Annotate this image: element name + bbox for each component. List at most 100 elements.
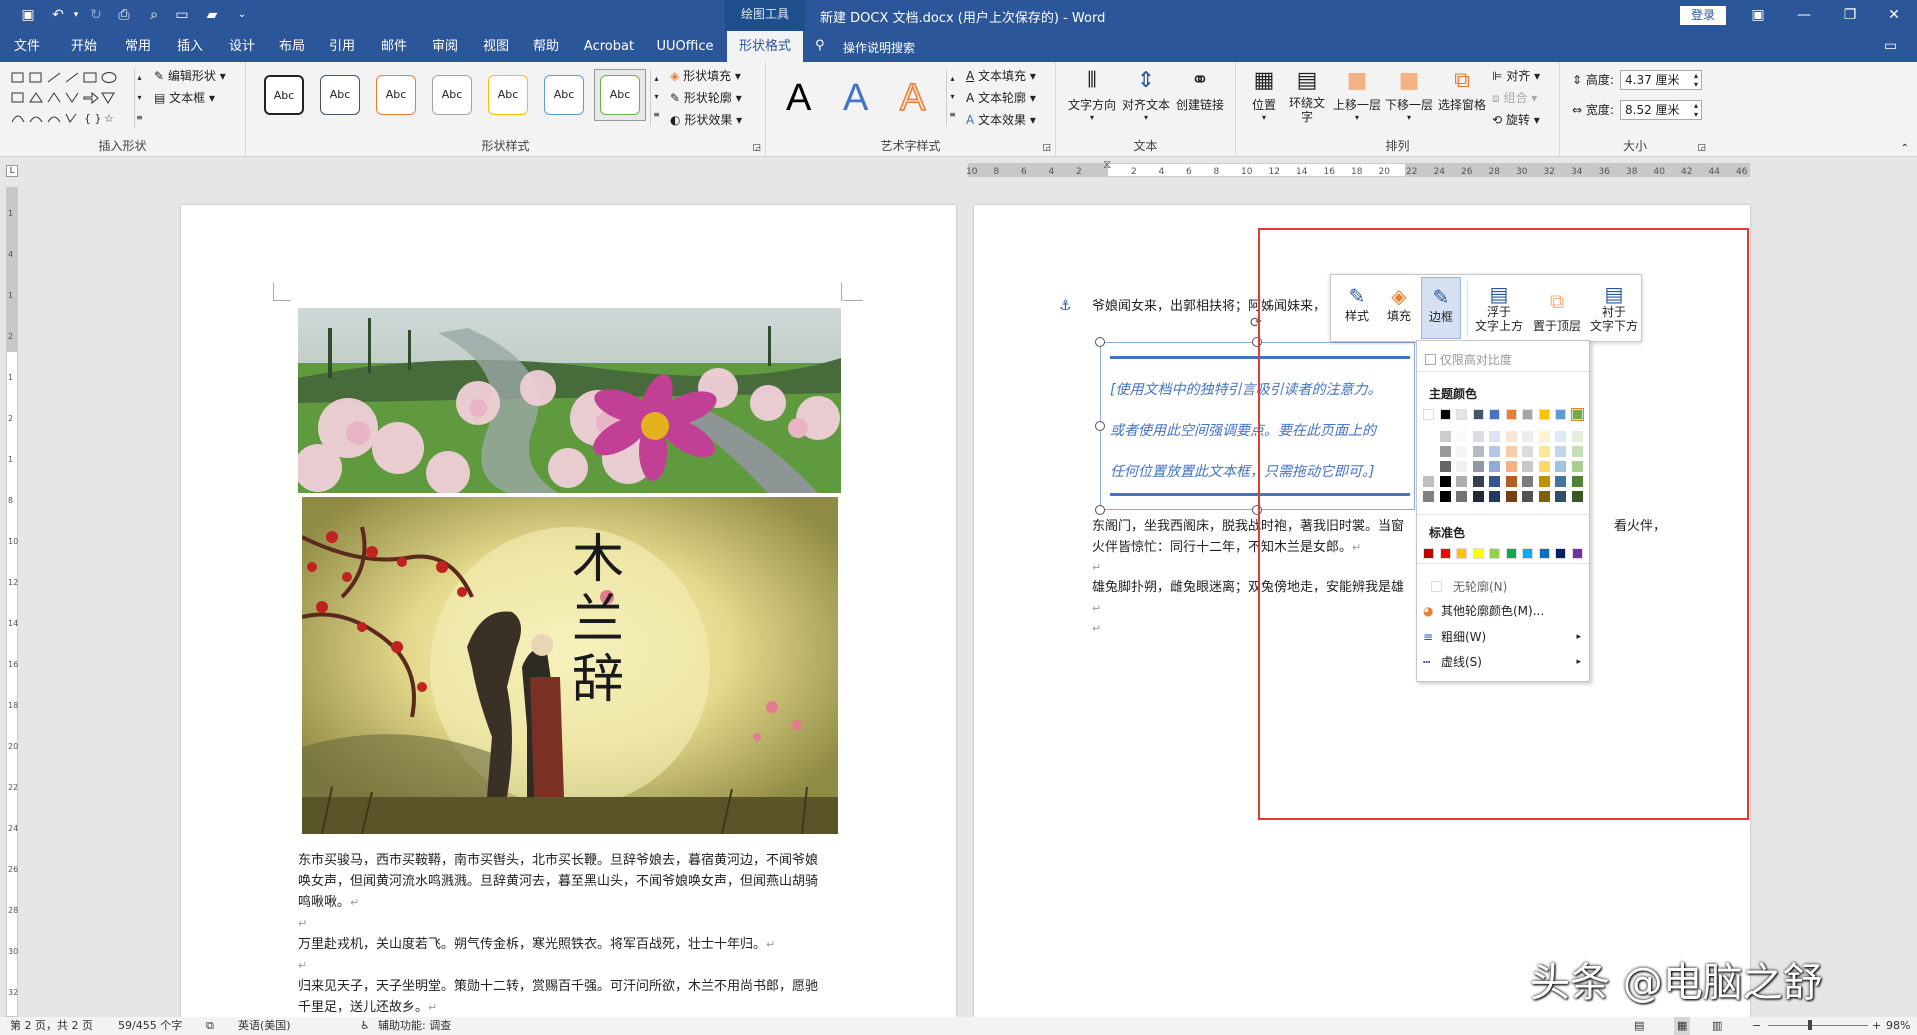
shape-style-2[interactable]: Abc [320, 75, 360, 115]
tab-file[interactable]: 文件 [6, 31, 48, 62]
text-effects-button[interactable]: A 文本效果 ▾ [966, 110, 1036, 130]
shape-outline-button[interactable]: ✎ 形状轮廓 ▾ [670, 88, 742, 108]
resize-handle[interactable] [1095, 337, 1105, 347]
tab-view[interactable]: 视图 [476, 31, 516, 62]
align-text-button[interactable]: ⇕ 对齐文本 ▾ [1120, 66, 1172, 122]
shape-style-scroll[interactable]: ▴ ▾ ≡ [650, 70, 662, 126]
text-box-icon: ▤ [154, 91, 166, 105]
indent-marker-icon[interactable]: ⧖ [1103, 157, 1111, 172]
group-button[interactable]: ⧈ 组合 ▾ [1492, 88, 1537, 108]
cherry-blossom-park-image[interactable] [298, 308, 841, 493]
dialog-launcher-icon[interactable]: ◲ [1697, 143, 1706, 153]
redo-icon[interactable]: ↻ [86, 5, 106, 25]
vruler-tick-label: 24 [8, 824, 19, 833]
comments-icon[interactable]: ▭ [1884, 38, 1897, 54]
shape-style-7[interactable]: Abc [600, 75, 640, 115]
ruler-tick-label: 10 [966, 167, 978, 177]
collapse-ribbon-icon[interactable]: ⌃ [1901, 143, 1909, 154]
minimize-icon[interactable]: — [1781, 0, 1827, 31]
restore-icon[interactable]: ❐ [1827, 0, 1873, 31]
undo-dropdown-icon[interactable]: ▾ [66, 5, 86, 25]
shape-style-1[interactable]: Abc [264, 75, 304, 115]
shape-fill-button[interactable]: ◈ 形状填充 ▾ [670, 66, 741, 86]
watermark-text: 头条 @电脑之舒 [1530, 960, 1823, 1006]
link-icon: ⚭ [1190, 68, 1210, 93]
page-count[interactable]: 第 2 页，共 2 页 [10, 1017, 93, 1035]
login-button[interactable]: 登录 [1680, 6, 1726, 25]
tab-insert[interactable]: 插入 [170, 31, 210, 62]
zoom-in-icon[interactable]: + [1872, 1017, 1881, 1035]
wordart-blue[interactable]: A [843, 76, 868, 120]
wordart-orange-outline[interactable]: A [899, 76, 926, 120]
accessibility-status[interactable]: 辅助功能: 调查 [378, 1017, 451, 1035]
height-input[interactable]: 4.37 厘米 ▴ ▾ [1620, 70, 1702, 90]
tab-design[interactable]: 设计 [222, 31, 262, 62]
text-box-button[interactable]: ▤ 文本框 ▾ [154, 88, 215, 108]
focus-mode-icon[interactable]: ▤ [1634, 1017, 1644, 1035]
shape-style-5[interactable]: Abc [488, 75, 528, 115]
undo-icon[interactable]: ↶ [48, 5, 68, 25]
wrap-text-button[interactable]: ▤ 环绕文字 [1286, 66, 1328, 124]
tab-layout[interactable]: 布局 [272, 31, 312, 62]
resize-handle[interactable] [1095, 421, 1105, 431]
text-direction-button[interactable]: ⫴ 文字方向 ▾ [1066, 66, 1118, 122]
tell-me-search[interactable]: 操作说明搜索 [843, 39, 915, 56]
tab-acrobat[interactable]: Acrobat [578, 31, 640, 62]
customize-toolbar-icon[interactable]: ⌄ [232, 5, 252, 25]
open-folder-icon[interactable]: ▰ [202, 5, 222, 25]
tab-references[interactable]: 引用 [322, 31, 362, 62]
print-preview-icon[interactable]: ⎙ [114, 5, 134, 25]
resize-handle[interactable] [1095, 505, 1105, 515]
align-button[interactable]: ⊫ 对齐 ▾ [1492, 66, 1540, 86]
shape-style-3[interactable]: Abc [376, 75, 416, 115]
width-input[interactable]: 8.52 厘米 ▴ ▾ [1620, 100, 1702, 120]
tab-shape-format[interactable]: 形状格式 [727, 31, 803, 62]
bring-forward-button[interactable]: ■ 上移一层 ▾ [1332, 66, 1382, 122]
position-button[interactable]: ▦ 位置 ▾ [1246, 66, 1282, 122]
ruler-tick-label: 32 [1543, 167, 1555, 177]
save-icon[interactable]: ▣ [18, 5, 38, 25]
zoom-slider[interactable] [1768, 1025, 1868, 1026]
rotate-button[interactable]: ⟲ 旋转 ▾ [1492, 110, 1540, 130]
close-icon[interactable]: ✕ [1871, 0, 1917, 31]
dialog-launcher-icon[interactable]: ◲ [752, 143, 761, 153]
tab-common[interactable]: 常用 [118, 31, 158, 62]
window-title: 新建 DOCX 文档.docx (用户上次保存的) - Word [820, 11, 1106, 26]
edit-shape-button[interactable]: ✎ 编辑形状 ▾ [154, 66, 226, 86]
zoom-level[interactable]: 98% [1886, 1017, 1910, 1035]
zoom-slider-thumb[interactable] [1808, 1020, 1812, 1030]
tab-mailings[interactable]: 邮件 [374, 31, 414, 62]
tab-help[interactable]: 帮助 [526, 31, 566, 62]
vruler-tick-label: 8 [8, 496, 14, 505]
shape-style-4[interactable]: Abc [432, 75, 472, 115]
width-icon: ⇔ [1572, 103, 1583, 117]
zoom-icon[interactable]: ⌕ [144, 5, 164, 25]
wordart-scroll[interactable]: ▴ ▾ ≡ [946, 70, 958, 126]
mulan-poster-image[interactable]: 木 兰 辞 [302, 497, 838, 834]
shape-gallery[interactable]: { } ☆ [10, 70, 140, 128]
dialog-launcher-icon[interactable]: ◲ [1042, 143, 1051, 153]
send-backward-button[interactable]: ■ 下移一层 ▾ [1384, 66, 1434, 122]
new-document-icon[interactable]: ▭ [172, 5, 192, 25]
selection-pane-button[interactable]: ⧉ 选择窗格 [1436, 66, 1488, 113]
text-fill-button[interactable]: A 文本填充 ▾ [966, 66, 1036, 86]
print-layout-icon[interactable]: ▦ [1674, 1017, 1691, 1035]
tab-uuoffice[interactable]: UUOffice [652, 31, 718, 62]
tab-selector[interactable]: L [6, 165, 18, 177]
create-link-button[interactable]: ⚭ 创建链接 [1174, 66, 1226, 113]
tab-home[interactable]: 开始 [64, 31, 104, 62]
ruler-tick-label: 16 [1323, 167, 1335, 177]
proofing-icon[interactable]: ⧉ [206, 1017, 214, 1035]
shape-effects-button[interactable]: ◐ 形状效果 ▾ [670, 110, 742, 130]
text-outline-button[interactable]: A 文本轮廓 ▾ [966, 88, 1036, 108]
tab-review[interactable]: 审阅 [425, 31, 465, 62]
word-count[interactable]: 59/455 个字 [118, 1017, 182, 1035]
web-layout-icon[interactable]: ▥ [1712, 1017, 1722, 1035]
shape-style-6[interactable]: Abc [544, 75, 584, 115]
vruler-tick-label: 1 [8, 455, 14, 464]
ribbon-display-icon[interactable]: ▣ [1735, 0, 1781, 31]
wordart-black[interactable]: A [786, 76, 811, 120]
zoom-out-icon[interactable]: − [1752, 1017, 1761, 1035]
language[interactable]: 英语(美国) [238, 1017, 291, 1035]
status-bar: 第 2 页，共 2 页 59/455 个字 ⧉ 英语(美国) ♿ 辅助功能: 调… [0, 1017, 1917, 1035]
